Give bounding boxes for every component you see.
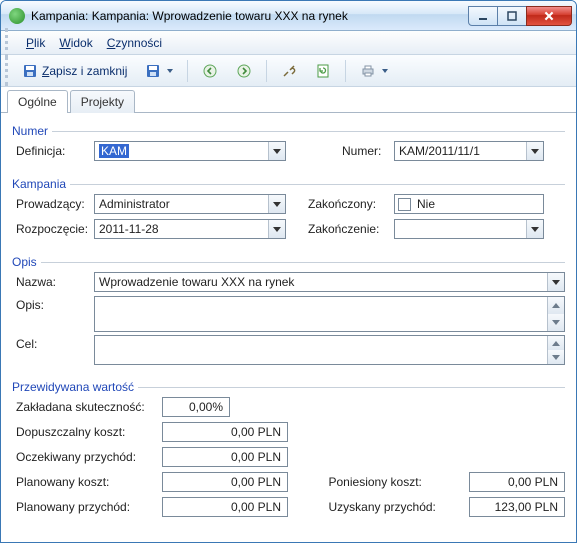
- prowadzacy-value: Administrator: [99, 197, 268, 211]
- chevron-down-icon: [526, 220, 543, 238]
- minimize-button[interactable]: [468, 6, 498, 26]
- section-numer-legend: Numer: [12, 124, 52, 138]
- label-nazwa: Nazwa:: [12, 275, 94, 289]
- label-opis: Opis:: [12, 296, 94, 312]
- label-pon-koszt: Poniesiony koszt:: [289, 475, 464, 489]
- zakonczony-text: Nie: [417, 197, 543, 211]
- opis-spinner: [547, 297, 564, 331]
- label-numer: Numer:: [342, 144, 394, 158]
- section-przewidywana: Przewidywana wartość Zakładana skuteczno…: [11, 375, 566, 524]
- label-plan-przych: Planowany przychód:: [12, 500, 162, 514]
- plan-koszt-value[interactable]: 0,00 PLN: [162, 472, 288, 492]
- app-icon: [9, 8, 25, 24]
- close-button[interactable]: [526, 6, 572, 26]
- cel-value: [95, 336, 547, 364]
- numer-combo[interactable]: KAM/2011/11/1: [394, 141, 544, 161]
- opis-memo[interactable]: [94, 296, 565, 332]
- opis-value: [95, 297, 547, 331]
- chevron-down-icon: [268, 220, 285, 238]
- pon-koszt-value[interactable]: 0,00 PLN: [469, 472, 565, 492]
- zakl-skut-value[interactable]: 0,00%: [162, 397, 230, 417]
- rozpoczecie-date[interactable]: 2011-11-28: [94, 219, 286, 239]
- toolbar-separator: [266, 60, 267, 82]
- label-dop-koszt: Dopuszczalny koszt:: [12, 425, 162, 439]
- label-uzys-przych: Uzyskany przychód:: [289, 500, 464, 514]
- label-zakonczony: Zakończony:: [308, 197, 394, 211]
- label-prowadzacy: Prowadzący:: [12, 197, 94, 211]
- toolbar-separator: [345, 60, 346, 82]
- tab-projekty[interactable]: Projekty: [70, 90, 135, 113]
- cel-memo[interactable]: [94, 335, 565, 365]
- dropdown-caret-icon: [167, 69, 173, 73]
- toolbar-grip: [5, 56, 8, 86]
- section-kampania: Kampania Prowadzący: Administrator Zakoń…: [11, 172, 566, 246]
- section-numer: Numer Definicja: KAM Numer: KAM/2011/11/…: [11, 119, 566, 168]
- zakonczenie-date[interactable]: [394, 219, 544, 239]
- zakonczony-field[interactable]: Nie: [394, 194, 544, 214]
- tab-ogolne[interactable]: Ogólne: [7, 90, 68, 113]
- titlebar: Kampania: Kampania: Wprowadzenie towaru …: [1, 1, 576, 31]
- dropdown-caret-icon: [382, 69, 388, 73]
- spinner-down-icon[interactable]: [548, 314, 564, 331]
- menu-plik[interactable]: Plik: [26, 36, 45, 50]
- label-ocz-przych: Oczekiwany przychód:: [12, 450, 162, 464]
- rozpoczecie-value: 2011-11-28: [99, 222, 268, 236]
- spinner-up-icon[interactable]: [548, 297, 564, 314]
- print-button[interactable]: [354, 60, 394, 82]
- section-opis-legend: Opis: [12, 255, 41, 269]
- label-cel: Cel:: [12, 335, 94, 351]
- label-rozpoczecie: Rozpoczęcie:: [12, 222, 94, 236]
- definicja-value: KAM: [99, 144, 129, 158]
- section-kampania-legend: Kampania: [12, 177, 70, 191]
- chevron-down-icon: [268, 195, 285, 213]
- chevron-down-icon: [526, 142, 543, 160]
- prowadzacy-combo[interactable]: Administrator: [94, 194, 286, 214]
- nav-forward-button[interactable]: [230, 60, 258, 82]
- chevron-down-icon: [547, 273, 564, 291]
- plan-przych-value[interactable]: 0,00 PLN: [162, 497, 288, 517]
- form-area: Numer Definicja: KAM Numer: KAM/2011/11/…: [1, 113, 576, 538]
- label-definicja: Definicja:: [12, 144, 94, 158]
- uzys-przych-value[interactable]: 123,00 PLN: [469, 497, 565, 517]
- section-opis: Opis Nazwa: Wprowadzenie towaru XXX na r…: [11, 250, 566, 371]
- nav-back-button[interactable]: [196, 60, 224, 82]
- refresh-button[interactable]: [309, 60, 337, 82]
- numer-value: KAM/2011/11/1: [399, 144, 526, 158]
- spinner-down-icon[interactable]: [548, 350, 564, 364]
- label-zakonczenie: Zakończenie:: [308, 222, 394, 236]
- definicja-combo[interactable]: KAM: [94, 141, 286, 161]
- nazwa-combo[interactable]: Wprowadzenie towaru XXX na rynek: [94, 272, 565, 292]
- window-buttons: [469, 6, 572, 26]
- label-zakl-skut: Zakładana skuteczność:: [12, 400, 162, 414]
- window-title: Kampania: Kampania: Wprowadzenie towaru …: [31, 9, 469, 23]
- maximize-button[interactable]: [497, 6, 527, 26]
- menubar: Plik Widok Czynności: [1, 31, 576, 55]
- menu-widok[interactable]: Widok: [59, 36, 92, 50]
- cel-spinner: [547, 336, 564, 364]
- tools-button[interactable]: [275, 60, 303, 82]
- dop-koszt-value[interactable]: 0,00 PLN: [162, 422, 288, 442]
- nazwa-value: Wprowadzenie towaru XXX na rynek: [99, 275, 547, 289]
- toolbar-separator: [187, 60, 188, 82]
- save-and-close-button[interactable]: Zapisz i zamknij: [16, 60, 133, 82]
- menu-czynnosci[interactable]: Czynności: [107, 36, 162, 50]
- label-plan-koszt: Planowany koszt:: [12, 475, 162, 489]
- toolbar: Zapisz i zamknij: [1, 55, 576, 87]
- tab-bar: Ogólne Projekty: [1, 87, 576, 113]
- save-button[interactable]: [139, 60, 179, 82]
- menubar-grip: [5, 28, 8, 58]
- ocz-przych-value[interactable]: 0,00 PLN: [162, 447, 288, 467]
- section-przewidywana-legend: Przewidywana wartość: [12, 380, 138, 394]
- app-window: Kampania: Kampania: Wprowadzenie towaru …: [0, 0, 577, 543]
- spinner-up-icon[interactable]: [548, 336, 564, 350]
- zakonczony-checkbox[interactable]: [398, 198, 411, 211]
- save-and-close-label: Zapisz i zamknij: [42, 64, 127, 78]
- chevron-down-icon: [268, 142, 285, 160]
